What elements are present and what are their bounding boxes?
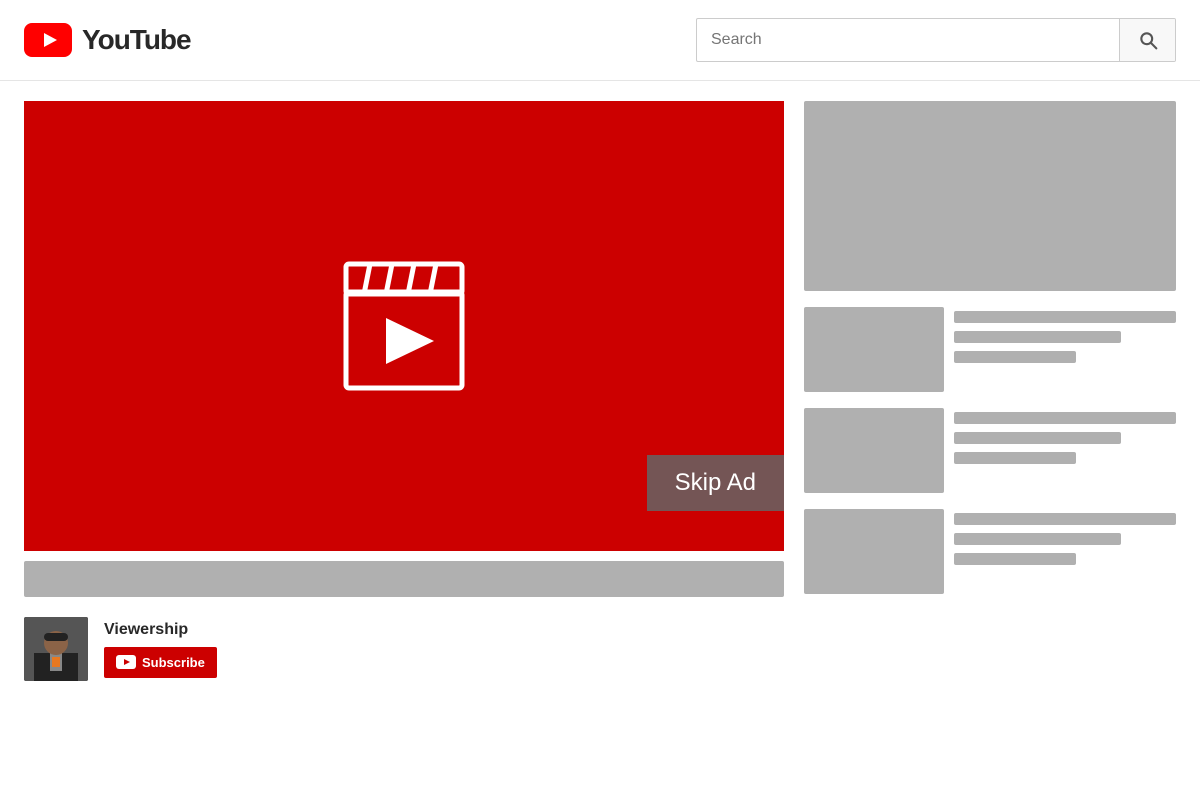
- header: YouTube: [0, 0, 1200, 81]
- youtube-logo-icon: [24, 23, 72, 57]
- rec-line-channel: [954, 432, 1121, 444]
- rec-thumbnail: [804, 408, 944, 493]
- subscribe-button[interactable]: Subscribe: [104, 647, 217, 678]
- rec-line-title: [954, 412, 1176, 424]
- rec-line-title: [954, 311, 1176, 323]
- ad-banner: [804, 101, 1176, 291]
- recommended-item[interactable]: [804, 509, 1176, 594]
- channel-name: Viewership: [104, 621, 217, 639]
- search-input[interactable]: [697, 21, 1119, 59]
- search-area: [696, 18, 1176, 62]
- film-clapper-icon: [324, 246, 484, 406]
- rec-line-meta: [954, 553, 1076, 565]
- subscribe-label: Subscribe: [142, 655, 205, 670]
- search-icon: [1138, 30, 1158, 50]
- channel-info: Viewership Subscribe: [24, 607, 784, 691]
- rec-line-meta: [954, 351, 1076, 363]
- recommended-item[interactable]: [804, 408, 1176, 493]
- channel-meta: Viewership Subscribe: [104, 621, 217, 678]
- logo-area: YouTube: [24, 23, 191, 57]
- skip-ad-button[interactable]: Skip Ad: [647, 455, 784, 511]
- rec-line-channel: [954, 533, 1121, 545]
- rec-thumbnail: [804, 307, 944, 392]
- video-progress-bar[interactable]: [24, 561, 784, 597]
- rec-thumbnail: [804, 509, 944, 594]
- logo-text: YouTube: [82, 24, 191, 56]
- rec-text-lines: [954, 307, 1176, 363]
- right-column: [804, 101, 1176, 691]
- rec-text-lines: [954, 408, 1176, 464]
- search-button[interactable]: [1119, 19, 1175, 61]
- avatar-image: [24, 617, 88, 681]
- recommended-item[interactable]: [804, 307, 1176, 392]
- video-player[interactable]: Skip Ad: [24, 101, 784, 551]
- rec-line-channel: [954, 331, 1121, 343]
- rec-line-title: [954, 513, 1176, 525]
- rec-line-meta: [954, 452, 1076, 464]
- avatar: [24, 617, 88, 681]
- left-column: Skip Ad: [24, 101, 784, 691]
- rec-text-lines: [954, 509, 1176, 565]
- main-content: Skip Ad: [0, 81, 1200, 711]
- subscribe-yt-icon: [116, 655, 136, 669]
